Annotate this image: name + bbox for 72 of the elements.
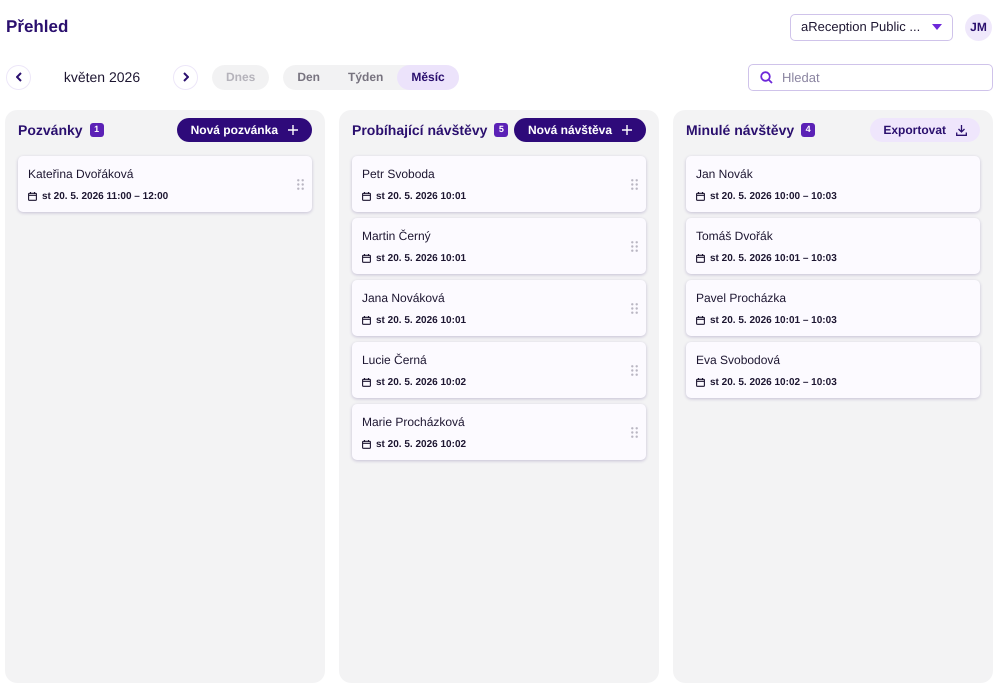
view-tab[interactable]: Měsíc [397, 64, 459, 90]
visitor-name: Jan Novák [696, 166, 754, 182]
visitor-name: Lucie Černá [362, 352, 428, 368]
visit-time: st 20. 5. 2026 10:02 [376, 376, 466, 390]
visitor-name: Petr Svoboda [362, 166, 436, 182]
visit-card[interactable]: Jana Nováková st 20. 5. 2026 10:01 [352, 280, 646, 336]
visit-card[interactable]: Petr Svoboda st 20. 5. 2026 10:01 [352, 156, 646, 212]
calendar-icon [28, 192, 37, 200]
period-label: květen 2026 [62, 68, 142, 86]
drag-handle-icon[interactable] [631, 426, 638, 438]
calendar-icon [696, 254, 705, 262]
visit-time: st 20. 5. 2026 10:02 – 10:03 [710, 376, 837, 390]
visit-time: st 20. 5. 2026 10:02 [376, 438, 466, 452]
calendar-icon [362, 378, 371, 386]
visit-card[interactable]: Pavel Procházka st 20. 5. 2026 10:01 – 10:03 [686, 280, 980, 336]
visit-card[interactable]: Tomáš Dvořák st 20. 5. 2026 10:01 – 10:03 [686, 218, 980, 274]
calendar-icon [362, 254, 371, 262]
view-tab[interactable]: Týden [334, 64, 398, 90]
user-avatar[interactable]: JM [965, 14, 992, 40]
visitor-name: Martin Černý [362, 228, 432, 244]
column-title: Probíhající návštěvy [352, 120, 488, 140]
visit-card[interactable]: Kateřina Dvořáková st 20. 5. 2026 11:00 – 12:00 [18, 156, 312, 212]
visit-time: st 20. 5. 2026 10:01 [376, 190, 466, 204]
visitor-name: Tomáš Dvořák [696, 228, 774, 244]
visit-time: st 20. 5. 2026 10:00 – 10:03 [710, 190, 837, 204]
visit-card[interactable]: Jan Novák st 20. 5. 2026 10:00 – 10:03 [686, 156, 980, 212]
drag-handle-icon[interactable] [631, 240, 638, 252]
visitor-name: Marie Procházková [362, 414, 466, 430]
column-title: Pozvánky [18, 120, 83, 140]
drag-handle-icon[interactable] [631, 178, 638, 190]
search-field[interactable]: Hledat [748, 64, 993, 90]
visit-card[interactable]: Eva Svobodová st 20. 5. 2026 10:02 – 10:03 [686, 342, 980, 398]
visit-time: st 20. 5. 2026 10:01 [376, 252, 466, 266]
search-icon [760, 70, 773, 84]
visitor-name: Jana Nováková [362, 290, 446, 306]
calendar-icon [696, 316, 705, 324]
download-icon [956, 124, 967, 136]
plus-icon [622, 125, 632, 135]
visit-time: st 20. 5. 2026 11:00 – 12:00 [42, 190, 168, 204]
visit-card[interactable]: Lucie Černá st 20. 5. 2026 10:02 [352, 342, 646, 398]
chevron-right-icon [182, 72, 188, 82]
caret-icon [932, 24, 942, 30]
count-badge: 4 [801, 123, 816, 137]
visit-time: st 20. 5. 2026 10:01 [376, 314, 466, 328]
page-title: Přehled [6, 16, 68, 38]
drag-handle-icon[interactable] [631, 364, 638, 376]
previous-button[interactable] [6, 64, 31, 90]
workspace-select[interactable]: aReception Public ... [790, 14, 953, 40]
drag-handle-icon[interactable] [631, 302, 638, 314]
visit-card[interactable]: Martin Černý st 20. 5. 2026 10:01 [352, 218, 646, 274]
plus-icon [288, 125, 298, 135]
count-badge: 1 [90, 123, 104, 137]
calendar-icon [362, 316, 371, 324]
view-tab[interactable]: Den [283, 64, 334, 90]
column-title: Minulé návštěvy [686, 120, 794, 140]
chevron-left-icon [16, 72, 22, 82]
visit-time: st 20. 5. 2026 10:01 – 10:03 [710, 252, 837, 266]
visit-card[interactable]: Marie Procházková st 20. 5. 2026 10:02 [352, 404, 646, 460]
calendar-icon [362, 440, 371, 448]
drag-handle-icon[interactable] [297, 178, 304, 190]
visitor-name: Eva Svobodová [696, 352, 782, 368]
new-button[interactable]: Nová pozvánka [176, 118, 312, 142]
visitor-name: Kateřina Dvořáková [28, 166, 134, 182]
visitor-name: Pavel Procházka [696, 290, 788, 306]
next-button[interactable] [173, 64, 198, 90]
export-button[interactable]: Exportovat [870, 118, 980, 142]
calendar-icon [696, 378, 705, 386]
visit-time: st 20. 5. 2026 10:01 – 10:03 [710, 314, 837, 328]
count-badge: 5 [494, 123, 508, 137]
calendar-icon [362, 192, 371, 200]
calendar-icon [696, 192, 705, 200]
new-button[interactable]: Nová návštěva [514, 118, 646, 142]
